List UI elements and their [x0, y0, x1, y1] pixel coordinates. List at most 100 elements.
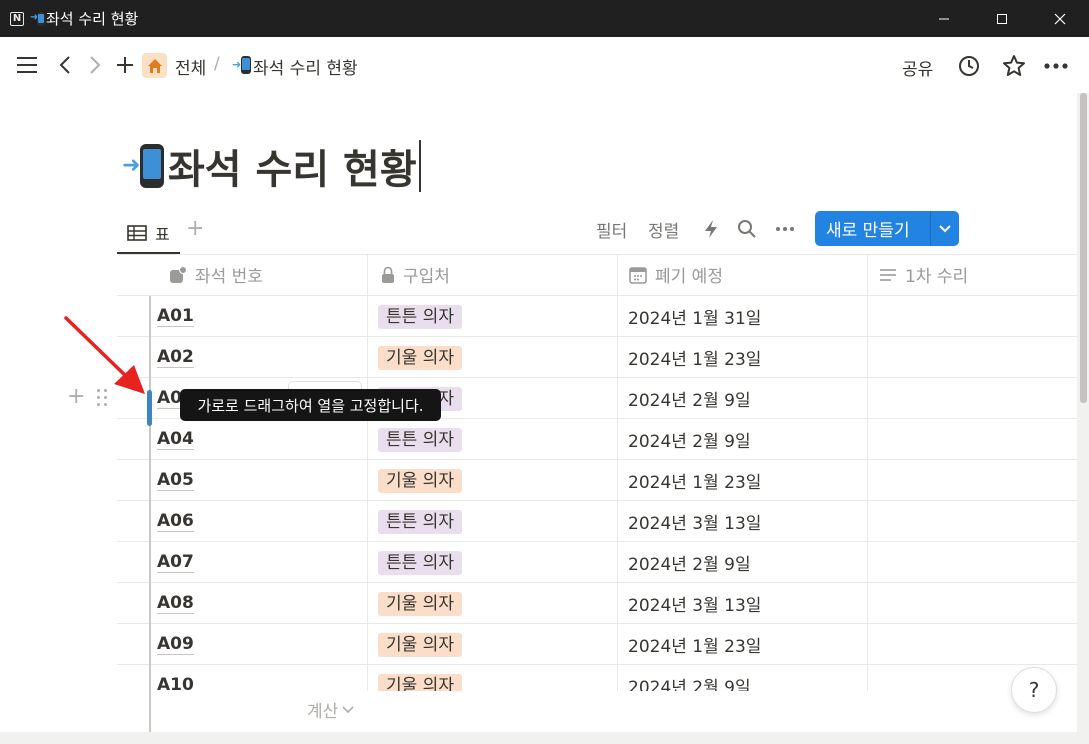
disposal-date: 2024년 1월 23일 — [628, 473, 762, 493]
breadcrumb-root[interactable]: 전체 — [175, 54, 206, 79]
disposal-date: 2024년 1월 23일 — [628, 637, 762, 657]
vendor-cell[interactable]: 튼튼 의자 — [378, 542, 462, 583]
seat-number[interactable]: A06 — [157, 511, 194, 532]
seat-number[interactable]: A02 — [157, 347, 194, 368]
share-button[interactable]: 공유 — [902, 55, 933, 80]
seat-number-cell[interactable]: A05 — [157, 460, 194, 501]
table-row[interactable]: A05 기울 의자 2024년 1월 23일 — [117, 460, 1079, 501]
add-view-button[interactable]: + — [186, 216, 204, 241]
breadcrumb-page[interactable]: 좌석 수리 현황 — [253, 54, 358, 79]
tab-table-view[interactable]: 표 — [117, 214, 180, 254]
table-row[interactable]: A06 튼튼 의자 2024년 3월 13일 — [117, 501, 1079, 542]
close-window-button[interactable] — [1031, 0, 1089, 37]
seat-number[interactable]: A09 — [157, 634, 194, 655]
seat-number-cell[interactable]: A02 — [157, 337, 194, 378]
column-header-seat[interactable]: 좌석 번호 — [169, 254, 263, 295]
column-header-vendor[interactable]: 구입처 — [381, 254, 450, 295]
seat-number-cell[interactable]: A08 — [157, 583, 194, 624]
vendor-cell[interactable]: 튼튼 의자 — [378, 419, 462, 460]
forward-button[interactable] — [84, 53, 106, 77]
table-row[interactable]: A04 튼튼 의자 2024년 2월 9일 — [117, 419, 1079, 460]
sidebar-menu-button[interactable] — [15, 53, 39, 77]
page-title-text[interactable]: 좌석 수리 현황 — [168, 137, 417, 195]
seat-number[interactable]: A01 — [157, 306, 194, 327]
more-options-button[interactable] — [1042, 55, 1070, 77]
view-more-button[interactable] — [774, 222, 796, 236]
vendor-cell[interactable]: 기울 의자 — [378, 583, 462, 624]
new-item-dropdown[interactable] — [931, 224, 959, 233]
disposal-date: 2024년 3월 13일 — [628, 514, 762, 534]
star-icon — [1003, 55, 1025, 76]
table-row[interactable]: A09 기울 의자 2024년 1월 23일 — [117, 624, 1079, 665]
seat-number-cell[interactable]: A09 — [157, 624, 194, 665]
chevron-down-icon — [939, 224, 951, 232]
scrollbar-thumb[interactable] — [1080, 93, 1087, 403]
disposal-date-cell[interactable]: 2024년 2월 9일 — [628, 419, 751, 460]
vendor-cell[interactable]: 기울 의자 — [378, 665, 462, 691]
repair1-cell[interactable] — [868, 583, 1079, 624]
favorite-button[interactable] — [1001, 53, 1027, 79]
repair1-cell[interactable] — [868, 624, 1079, 665]
minimize-button[interactable] — [915, 0, 973, 37]
repair1-cell[interactable] — [868, 337, 1079, 378]
table-row[interactable]: A01 튼튼 의자 2024년 1월 31일 — [117, 296, 1079, 337]
horizontal-scrollbar[interactable] — [0, 732, 1077, 744]
seat-number-cell[interactable]: A06 — [157, 501, 194, 542]
table-row[interactable]: A08 기울 의자 2024년 3월 13일 — [117, 583, 1079, 624]
search-icon — [738, 220, 756, 238]
disposal-date-cell[interactable]: 2024년 1월 23일 — [628, 624, 761, 665]
seat-number[interactable]: A05 — [157, 470, 194, 491]
seat-number[interactable]: A08 — [157, 593, 194, 614]
repair1-cell[interactable] — [868, 460, 1079, 501]
seat-number-cell[interactable]: A07 — [157, 542, 194, 583]
vendor-cell[interactable]: 튼튼 의자 — [378, 501, 462, 542]
seat-number[interactable]: A07 — [157, 552, 194, 573]
repair1-cell[interactable] — [868, 378, 1079, 419]
breadcrumb-home[interactable] — [142, 53, 167, 78]
repair1-cell[interactable] — [868, 419, 1079, 460]
filter-button[interactable]: 필터 — [596, 217, 627, 242]
disposal-date-cell[interactable]: 2024년 1월 23일 — [628, 460, 761, 501]
disposal-date-cell[interactable]: 2024년 2월 9일 — [628, 542, 751, 583]
new-page-button[interactable] — [114, 53, 136, 77]
disposal-date-cell[interactable]: 2024년 1월 31일 — [628, 296, 761, 337]
help-button[interactable]: ? — [1011, 667, 1057, 713]
history-button[interactable] — [957, 54, 981, 78]
vendor-cell[interactable]: 기울 의자 — [378, 624, 462, 665]
repair1-cell[interactable] — [868, 501, 1079, 542]
disposal-date-cell[interactable]: 2024년 1월 23일 — [628, 337, 761, 378]
calculate-button[interactable]: 계산 — [307, 697, 354, 722]
mobile-arrow-icon: ➜ — [232, 55, 252, 75]
disposal-date-cell[interactable]: 2024년 2월 9일 — [628, 378, 751, 419]
window-controls — [915, 0, 1089, 37]
vendor-tag: 기울 의자 — [378, 591, 462, 616]
seat-number[interactable]: A10 — [157, 675, 194, 691]
repair1-cell[interactable] — [868, 296, 1079, 337]
column-header-disposal[interactable]: 폐기 예정 — [629, 254, 723, 295]
vendor-cell[interactable]: 튼튼 의자 — [378, 296, 462, 337]
back-button[interactable] — [54, 53, 76, 77]
new-item-button[interactable]: 새로 만들기 — [815, 211, 959, 246]
sort-button[interactable]: 정렬 — [648, 217, 679, 242]
seat-number-cell[interactable]: A01 — [157, 296, 194, 337]
seat-number[interactable]: A04 — [157, 429, 194, 450]
automation-button[interactable] — [700, 218, 722, 240]
disposal-date-cell[interactable]: 2024년 3월 13일 — [628, 583, 761, 624]
maximize-button[interactable] — [973, 0, 1031, 37]
seat-number-cell[interactable]: A10 — [157, 665, 194, 691]
table-row[interactable]: A07 튼튼 의자 2024년 2월 9일 — [117, 542, 1079, 583]
table-row[interactable]: A02 기울 의자 2024년 1월 23일 — [117, 337, 1079, 378]
repair1-cell[interactable] — [868, 542, 1079, 583]
search-button[interactable] — [736, 218, 758, 240]
disposal-date-cell[interactable]: 2024년 3월 13일 — [628, 501, 761, 542]
seat-number-cell[interactable]: A04 — [157, 419, 194, 460]
vendor-cell[interactable]: 기울 의자 — [378, 337, 462, 378]
column-header-repair1[interactable]: 1차 수리 — [879, 254, 968, 295]
disposal-date-cell[interactable]: 2024년 2월 9일 — [628, 665, 751, 691]
calendar-icon — [629, 266, 647, 284]
freeze-tooltip: 가로로 드래그하여 열을 고정합니다. — [180, 389, 441, 421]
page-title[interactable]: ➜ 좌석 수리 현황 — [122, 138, 421, 194]
table-row[interactable]: A10 기울 의자 2024년 2월 9일 — [117, 665, 1079, 691]
vendor-cell[interactable]: 기울 의자 — [378, 460, 462, 501]
window-title-text: 좌석 수리 현황 — [46, 10, 139, 28]
